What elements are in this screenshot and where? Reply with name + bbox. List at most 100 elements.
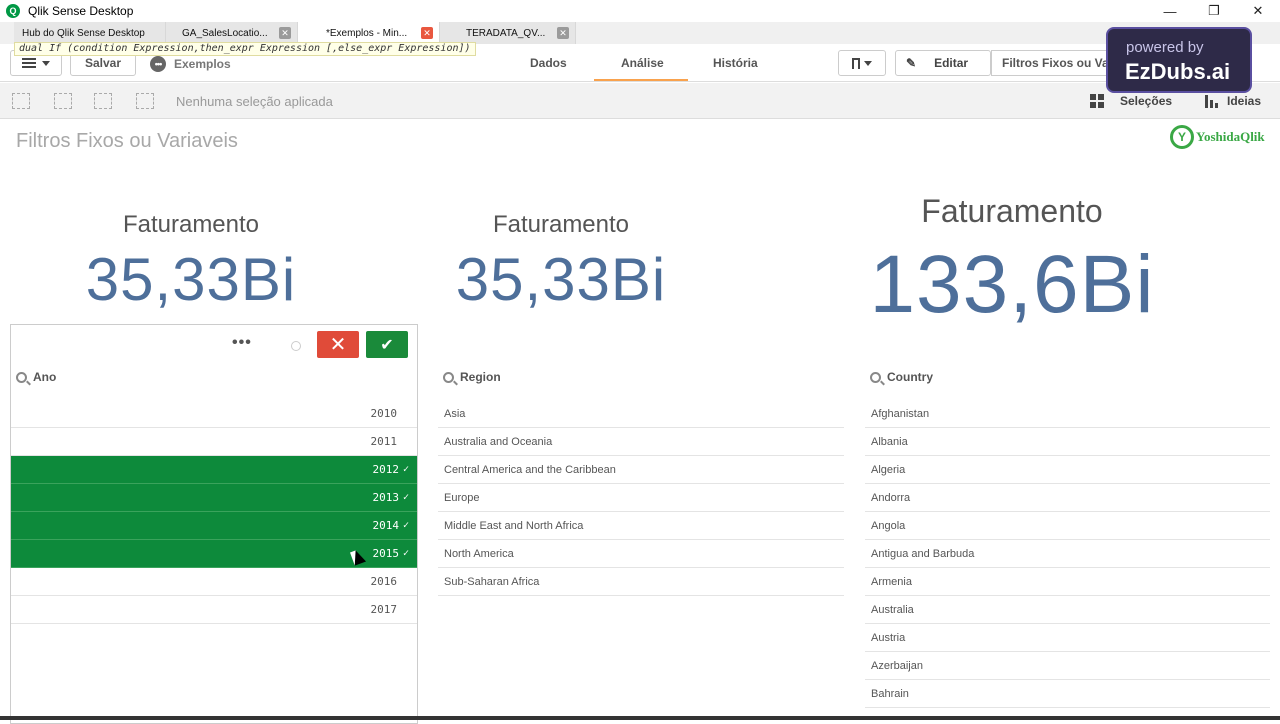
list-item-label: 2013 (372, 491, 399, 504)
window-title: Qlik Sense Desktop (28, 4, 134, 18)
close-icon[interactable]: ✕ (279, 27, 291, 39)
insights-label: Ideias (1227, 94, 1262, 108)
country-header[interactable]: Country (870, 370, 933, 384)
list-item[interactable]: 2014 ✓ (11, 512, 417, 540)
chevron-down-icon (42, 60, 50, 66)
list-item[interactable]: 2016 (11, 568, 417, 596)
list-item[interactable]: Bahrain (865, 680, 1270, 708)
title-bar: Q Qlik Sense Desktop — ❐ ✕ (0, 0, 1280, 22)
logo-mark: Y (1170, 125, 1194, 149)
region-header-label: Region (460, 370, 501, 384)
close-icon[interactable]: ✕ (557, 27, 569, 39)
region-header[interactable]: Region (443, 370, 501, 384)
list-item-label: 2014 (372, 519, 399, 532)
search-icon (870, 371, 881, 383)
list-item[interactable]: 2010 (11, 400, 417, 428)
selections-button[interactable]: Seleções (1090, 94, 1172, 108)
tab-bar: Hub do Qlik Sense Desktop GA_SalesLocati… (0, 22, 1280, 44)
list-item[interactable]: Sub-Saharan Africa (438, 568, 844, 596)
list-item[interactable]: Europe (438, 484, 844, 512)
list-item[interactable]: Antigua and Barbuda (865, 540, 1270, 568)
yoshidaqlik-logo: Y YoshidaQlik (1170, 125, 1265, 149)
app-name[interactable]: ••• Exemplos (150, 56, 231, 72)
confirm-selection-button[interactable]: ✔ (366, 331, 408, 358)
restore-button[interactable]: ❐ (1192, 0, 1236, 22)
list-item[interactable]: Australia and Oceania (438, 428, 844, 456)
ano-header[interactable]: Ano (16, 370, 56, 384)
list-item[interactable]: Albania (865, 428, 1270, 456)
insights-button[interactable]: Ideias (1205, 94, 1261, 108)
list-item[interactable]: Asia (438, 400, 844, 428)
chevron-down-icon (864, 60, 872, 66)
nav-analise[interactable]: Análise (621, 56, 664, 70)
list-item-label: 2016 (370, 575, 398, 588)
expression-tooltip: dual If (condition Expression,then_expr … (14, 42, 476, 56)
list-item[interactable]: Australia (865, 596, 1270, 624)
close-window-button[interactable]: ✕ (1236, 0, 1280, 22)
checkmark-icon: ✓ (402, 464, 409, 475)
list-item[interactable]: 2012 ✓ (11, 456, 417, 484)
edit-button[interactable]: ✎ Editar (895, 50, 991, 76)
hamburger-icon (22, 58, 36, 68)
listbox-toolbar: ••• ✕ ✔ (10, 324, 418, 364)
list-item[interactable]: Middle East and North Africa (438, 512, 844, 540)
tab-label: GA_SalesLocatio... (182, 27, 268, 39)
list-item[interactable]: Angola (865, 512, 1270, 540)
step-back-icon[interactable] (54, 93, 72, 109)
watermark-line2: EzDubs.ai (1125, 59, 1231, 84)
list-item-label: 2015 (372, 547, 399, 560)
list-item[interactable]: Afghanistan (865, 400, 1270, 428)
insights-icon (1205, 94, 1219, 108)
taskbar-edge (0, 716, 1280, 720)
pencil-icon: ✎ (906, 56, 917, 70)
app-icon: ••• (150, 56, 166, 72)
kpi-2-title: Faturamento (492, 211, 630, 238)
kpi-1-value: 35,33Bi (85, 246, 297, 313)
active-tab-indicator (594, 79, 688, 81)
cancel-selection-button[interactable]: ✕ (317, 331, 359, 358)
minimize-button[interactable]: — (1148, 0, 1192, 22)
lock-icon[interactable] (291, 341, 301, 351)
tab-label: Hub do Qlik Sense Desktop (22, 27, 145, 39)
app-name-label: Exemplos (174, 57, 231, 71)
list-item-label: 2011 (370, 435, 398, 448)
kpi-3-value: 133,6Bi (869, 239, 1155, 330)
list-item[interactable]: 2011 (11, 428, 417, 456)
checkmark-icon: ✓ (402, 548, 409, 559)
list-item[interactable]: Azerbaijan (865, 652, 1270, 680)
bookmarks-button[interactable] (838, 50, 886, 76)
step-forward-icon[interactable] (94, 93, 112, 109)
ano-header-label: Ano (33, 370, 57, 384)
list-item[interactable]: Algeria (865, 456, 1270, 484)
close-icon[interactable]: ✕ (421, 27, 433, 39)
nav-dados[interactable]: Dados (530, 56, 567, 70)
sheet-selector[interactable]: Filtros Fixos ou Variaveis (991, 50, 1121, 76)
kpi-1-title: Faturamento (122, 211, 260, 238)
list-item[interactable]: 2013 ✓ (11, 484, 417, 512)
list-item[interactable]: North America (438, 540, 844, 568)
list-item[interactable]: Andorra (865, 484, 1270, 512)
list-item-label: 2017 (370, 603, 398, 616)
more-options-icon[interactable]: ••• (232, 334, 252, 352)
nav-historia[interactable]: História (713, 56, 758, 70)
tab-exemplos[interactable]: *Exemplos - Min... ✕ (298, 22, 440, 44)
search-icon (16, 371, 27, 383)
list-item[interactable]: 2017 (11, 596, 417, 624)
tab-hub[interactable]: Hub do Qlik Sense Desktop (14, 22, 166, 44)
clear-selections-icon[interactable] (136, 93, 154, 109)
qlik-app-icon: Q (6, 4, 20, 18)
tab-label: *Exemplos - Min... (326, 27, 408, 39)
bookmark-icon (852, 57, 860, 69)
smart-search-icon[interactable] (12, 93, 30, 109)
logo-text: YoshidaQlik (1196, 129, 1265, 144)
country-header-label: Country (887, 370, 933, 384)
list-item[interactable]: Austria (865, 624, 1270, 652)
checkmark-icon: ✓ (402, 520, 409, 531)
tab-label: TERADATA_QV... (466, 27, 546, 39)
selections-label: Seleções (1120, 94, 1173, 108)
tab-ga-saleslocation[interactable]: GA_SalesLocatio... ✕ (166, 22, 298, 44)
watermark-line1: powered by (1126, 39, 1204, 56)
list-item[interactable]: Armenia (865, 568, 1270, 596)
list-item[interactable]: Central America and the Caribbean (438, 456, 844, 484)
tab-teradata[interactable]: TERADATA_QV... ✕ (440, 22, 576, 44)
